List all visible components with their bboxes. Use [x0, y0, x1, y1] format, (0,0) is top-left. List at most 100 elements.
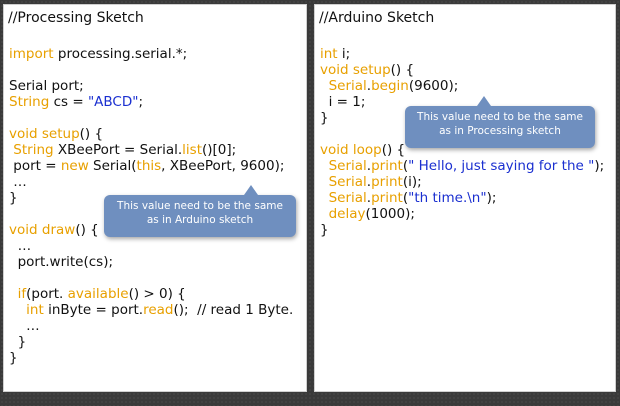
- code-token: int: [320, 46, 338, 62]
- code-line: Serial port;: [9, 78, 293, 94]
- code-token: (1000);: [365, 206, 415, 222]
- code-token: );: [594, 158, 605, 174]
- code-token: void: [9, 222, 38, 238]
- code-token: );: [486, 190, 497, 206]
- code-token: () {: [381, 142, 406, 158]
- code-token: begin: [371, 78, 409, 94]
- code-token: () {: [79, 126, 104, 142]
- code-token: this: [136, 158, 162, 174]
- code-line: int inByte = port.read(); // read 1 Byte…: [9, 302, 293, 318]
- code-token: void: [320, 62, 349, 78]
- code-token: inByte = port.: [43, 302, 144, 318]
- code-token: delay: [328, 206, 366, 222]
- code-token: String: [13, 142, 54, 158]
- arduino-callout-text: This value need to be the same as in Pro…: [417, 111, 583, 137]
- code-token: …: [9, 238, 32, 254]
- code-token: ;: [138, 94, 144, 110]
- code-line: }: [9, 350, 293, 366]
- code-token: String: [9, 94, 50, 110]
- code-token: ()[0];: [201, 142, 237, 158]
- arduino-baud-callout: This value need to be the same as in Pro…: [405, 96, 595, 148]
- code-line: String cs = "ABCD";: [9, 94, 293, 110]
- code-token: i = 1;: [320, 94, 366, 110]
- code-token: Serial(: [88, 158, 137, 174]
- code-token: new: [60, 158, 89, 174]
- code-line: Serial.print(i);: [320, 174, 604, 190]
- code-token: loop: [352, 142, 382, 158]
- code-token: () {: [75, 222, 99, 238]
- code-token: (i);: [402, 174, 422, 190]
- processing-baud-callout: This value need to be the same as in Ard…: [104, 185, 296, 237]
- code-token: XBeePort = Serial.: [53, 142, 183, 158]
- code-token: }: [320, 222, 329, 238]
- code-line: int i;: [320, 46, 604, 62]
- code-token: }: [320, 110, 329, 126]
- code-token: port.write(cs);: [9, 254, 114, 270]
- code-token: (port.: [26, 286, 68, 302]
- processing-callout-text: This value need to be the same as in Ard…: [117, 200, 283, 226]
- code-token: setup: [41, 126, 80, 142]
- code-token: int: [26, 302, 44, 318]
- code-token: Serial: [328, 174, 367, 190]
- code-token: list: [182, 142, 202, 158]
- code-token: void: [9, 126, 38, 142]
- code-token: import: [9, 46, 54, 62]
- code-token: read: [143, 302, 174, 318]
- code-token: Serial: [328, 78, 367, 94]
- code-token: draw: [41, 222, 76, 238]
- code-line: …: [9, 318, 293, 334]
- code-token: void: [320, 142, 349, 158]
- code-token: }: [9, 190, 18, 206]
- processing-sketch-panel: //Processing Sketch import processing.se…: [3, 4, 307, 392]
- arduino-sketch-title: //Arduino Sketch: [319, 10, 435, 26]
- code-line: }: [9, 334, 293, 350]
- code-token: print: [371, 174, 403, 190]
- code-line: delay(1000);: [320, 206, 604, 222]
- code-token: , XBeePort, 9600);: [161, 158, 285, 174]
- code-line: import processing.serial.*;: [9, 46, 293, 62]
- code-token: Serial: [328, 190, 367, 206]
- code-token: " Hello, just saying for the ": [408, 158, 595, 174]
- code-line: …: [9, 238, 293, 254]
- code-token: Serial: [328, 158, 367, 174]
- code-line: String XBeePort = Serial.list()[0];: [9, 142, 293, 158]
- code-token: () {: [390, 62, 415, 78]
- code-line: Serial.print(" Hello, just saying for th…: [320, 158, 605, 174]
- code-token: …: [9, 318, 40, 334]
- code-line: Serial.print("th time.\n");: [320, 190, 604, 206]
- code-token: available: [67, 286, 129, 302]
- code-token: }: [9, 350, 18, 366]
- code-token: () > 0) {: [128, 286, 186, 302]
- code-token: Serial port;: [9, 78, 84, 94]
- code-line: port.write(cs);: [9, 254, 293, 270]
- arduino-sketch-panel: //Arduino Sketch int i; void setup() { Se…: [314, 4, 616, 392]
- code-token: …: [9, 174, 27, 190]
- code-token: }: [9, 334, 27, 350]
- code-token: processing.serial.*;: [53, 46, 188, 62]
- code-token: print: [371, 190, 403, 206]
- code-token: print: [371, 158, 403, 174]
- code-line: void setup() {: [320, 62, 604, 78]
- processing-sketch-title: //Processing Sketch: [8, 10, 144, 26]
- code-token: (9600);: [408, 78, 459, 94]
- code-line: Serial.begin(9600);: [320, 78, 604, 94]
- code-token: setup: [352, 62, 391, 78]
- code-token: (); // read 1 Byte.: [173, 302, 294, 318]
- code-token: if: [17, 286, 27, 302]
- code-line: port = new Serial(this, XBeePort, 9600);: [9, 158, 293, 174]
- code-token: "ABCD": [87, 94, 139, 110]
- code-line: if(port. available() > 0) {: [9, 286, 293, 302]
- code-token: i;: [337, 46, 351, 62]
- code-line: }: [320, 222, 604, 238]
- code-line: void setup() {: [9, 126, 293, 142]
- code-token: "th time.\n": [408, 190, 487, 206]
